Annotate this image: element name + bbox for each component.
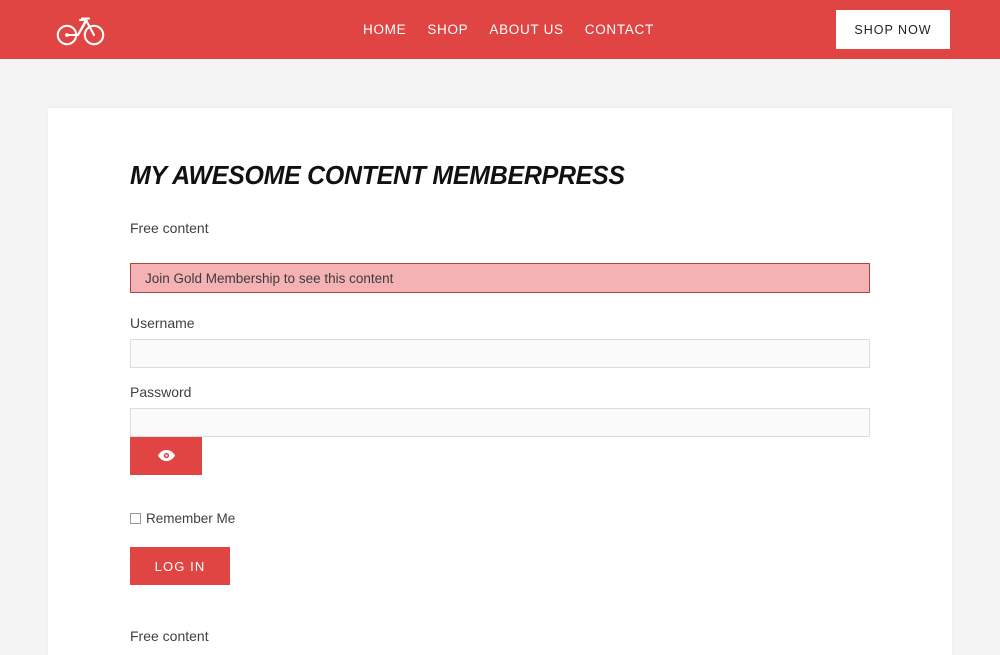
login-form: Username Password Remember Me LOG IN bbox=[130, 315, 870, 586]
password-input-wrapper bbox=[130, 407, 870, 475]
username-field-group: Username bbox=[130, 315, 870, 369]
remember-me-row: Remember Me bbox=[130, 437, 870, 526]
toggle-password-visibility-button[interactable] bbox=[130, 436, 202, 475]
password-field-group: Password bbox=[130, 384, 870, 475]
username-label: Username bbox=[130, 315, 195, 332]
shop-now-button[interactable]: SHOP NOW bbox=[836, 10, 950, 49]
site-logo[interactable] bbox=[55, 8, 107, 50]
password-input[interactable] bbox=[130, 407, 870, 437]
nav-item-shop[interactable]: SHOP bbox=[427, 23, 489, 37]
login-button[interactable]: LOG IN bbox=[130, 547, 230, 586]
nav-item-about-us[interactable]: ABOUT US bbox=[489, 23, 584, 37]
remember-me-checkbox[interactable] bbox=[130, 513, 141, 525]
nav-item-contact[interactable]: CONTACT bbox=[585, 23, 654, 37]
membership-alert-text: Join Gold Membership to see this content bbox=[145, 270, 394, 286]
free-content-top: Free content bbox=[130, 220, 209, 236]
eye-icon bbox=[157, 449, 176, 462]
username-input[interactable] bbox=[130, 339, 870, 369]
site-header: HOME SHOP ABOUT US CONTACT SHOP NOW bbox=[0, 0, 1000, 59]
remember-me-label[interactable]: Remember Me bbox=[146, 512, 235, 526]
free-content-bottom: Free content bbox=[130, 628, 209, 645]
nav-item-home[interactable]: HOME bbox=[363, 23, 427, 37]
password-label: Password bbox=[130, 384, 192, 401]
content-inner: MY AWESOME CONTENT MEMBERPRESS Free cont… bbox=[130, 108, 870, 648]
main-navigation: HOME SHOP ABOUT US CONTACT bbox=[363, 0, 654, 59]
page-body: MY AWESOME CONTENT MEMBERPRESS Free cont… bbox=[0, 59, 1000, 655]
content-card: MY AWESOME CONTENT MEMBERPRESS Free cont… bbox=[48, 108, 952, 655]
bicycle-icon bbox=[56, 12, 106, 46]
membership-alert: Join Gold Membership to see this content bbox=[130, 263, 870, 294]
page-title: MY AWESOME CONTENT MEMBERPRESS bbox=[130, 160, 625, 190]
